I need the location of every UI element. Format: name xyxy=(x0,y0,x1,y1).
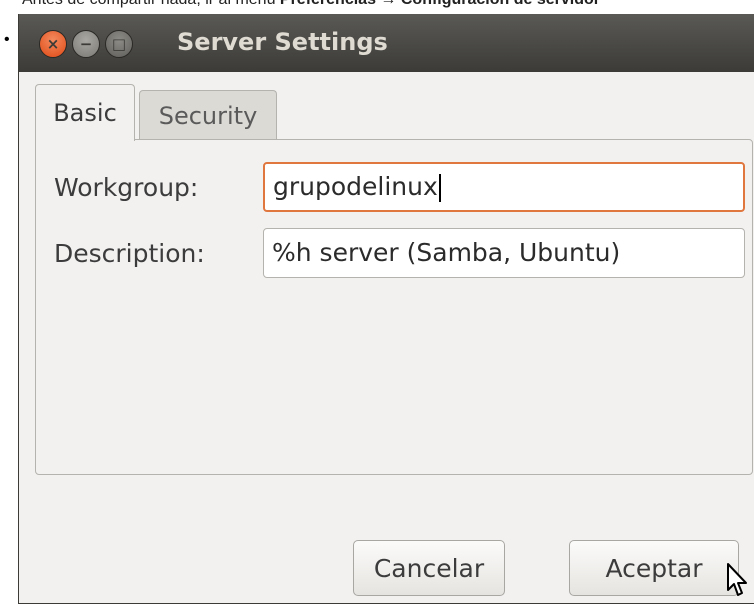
tab-security[interactable]: Security xyxy=(139,90,277,140)
description-value: %h server (Samba, Ubuntu) xyxy=(272,238,621,267)
description-label: Description: xyxy=(54,239,205,268)
workgroup-value: grupodelinux xyxy=(273,172,438,201)
text-caret xyxy=(438,174,441,202)
close-icon[interactable]: × xyxy=(39,30,67,58)
window-title: Server Settings xyxy=(177,28,388,56)
caption-item: Configuración de servidor xyxy=(401,0,600,8)
caption-prefix: Antes de compartir nada, ir al menú xyxy=(22,0,280,8)
minimize-icon[interactable]: − xyxy=(72,30,100,58)
instruction-caption: Antes de compartir nada, ir al menú Pref… xyxy=(22,0,600,9)
caption-menu: Preferencias xyxy=(280,0,376,8)
workgroup-field[interactable]: grupodelinux xyxy=(263,162,745,212)
title-bar[interactable]: × − □ Server Settings xyxy=(19,14,754,72)
maximize-icon[interactable]: □ xyxy=(105,30,133,58)
workgroup-label: Workgroup: xyxy=(54,173,199,202)
tab-basic[interactable]: Basic xyxy=(35,84,135,141)
cancel-button[interactable]: Cancelar xyxy=(353,540,505,596)
mouse-pointer-icon xyxy=(727,563,747,596)
list-bullet: • xyxy=(4,31,10,48)
caption-arrow: → xyxy=(376,0,401,8)
server-settings-dialog: × − □ Server Settings Basic Security Wor… xyxy=(18,14,754,604)
accept-button[interactable]: Aceptar xyxy=(569,540,739,596)
basic-tab-panel: Workgroup: grupodelinux Description: %h … xyxy=(35,139,753,475)
description-field[interactable]: %h server (Samba, Ubuntu) xyxy=(263,228,745,278)
